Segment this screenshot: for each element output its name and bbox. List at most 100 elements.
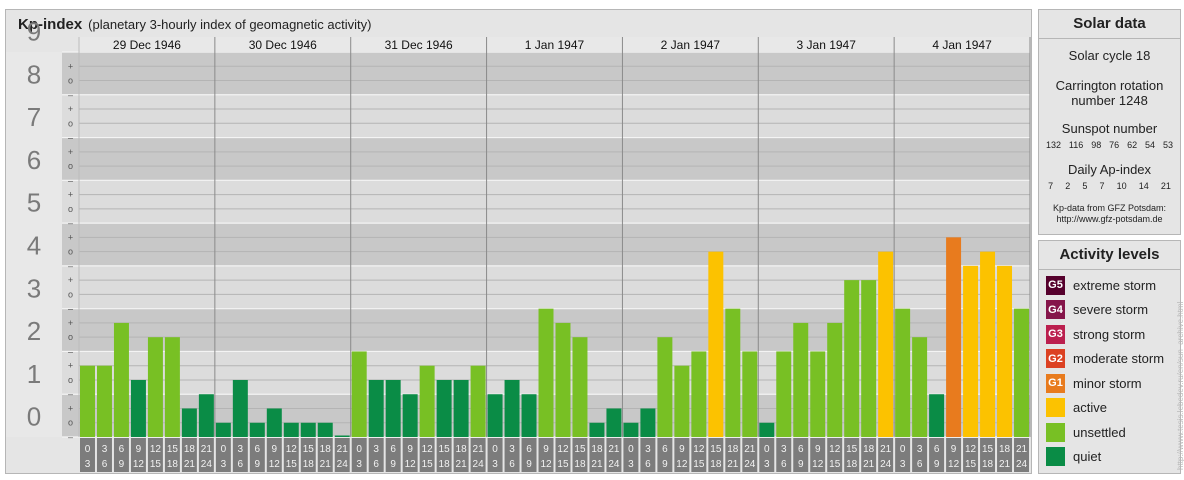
hour-label-end: 24: [337, 459, 349, 470]
sunspot-value: 132: [1045, 140, 1061, 150]
y-minor-tick-label: +: [68, 318, 73, 328]
hour-label-start: 21: [201, 444, 213, 455]
hour-label-end: 18: [710, 459, 722, 470]
day-label: 3 Jan 1947: [797, 38, 857, 52]
hour-label-start: 18: [591, 444, 603, 455]
kp-bar: [521, 394, 537, 437]
y-minor-tick-label: –: [68, 389, 73, 399]
hour-label-start: 0: [764, 444, 770, 455]
kp-bar: [997, 265, 1013, 437]
sunspot-values: 132 116 98 76 62 54 53: [1039, 140, 1180, 150]
kp-bar: [929, 394, 945, 437]
hour-label-start: 9: [679, 444, 685, 455]
kp-bar: [351, 351, 367, 437]
hour-label-start: 21: [880, 444, 892, 455]
hour-label-end: 6: [645, 459, 651, 470]
kp-bar-chart: –o+–o+–o+–o+–o+–o+–o+–o+–o+0123456789 29 …: [6, 17, 1031, 472]
kp-bar: [980, 251, 996, 437]
activity-level-swatch: G2: [1046, 349, 1065, 368]
hour-label-end: 12: [269, 459, 281, 470]
kp-bar: [266, 408, 282, 437]
activity-level-active: active: [1046, 398, 1107, 418]
hour-label-end: 15: [150, 459, 162, 470]
y-minor-tick-label: +: [68, 275, 73, 285]
hour-label-start: 12: [286, 444, 298, 455]
y-tick-label-0: 0: [27, 402, 41, 432]
day-label: 2 Jan 1947: [661, 38, 721, 52]
hour-label-start: 21: [337, 444, 349, 455]
hour-label-start: 12: [829, 444, 841, 455]
sunspot-value: 116: [1068, 140, 1084, 150]
hour-label-start: 18: [727, 444, 739, 455]
activity-level-swatch: G1: [1046, 373, 1065, 393]
kp-bar: [487, 394, 503, 437]
day-label: 31 Dec 1946: [385, 38, 453, 52]
hour-label-start: 12: [150, 444, 162, 455]
hour-label-start: 18: [863, 444, 875, 455]
hour-label-end: 9: [390, 459, 396, 470]
hour-label-end: 15: [557, 459, 569, 470]
hour-label-start: 12: [965, 444, 977, 455]
hour-label-start: 0: [492, 444, 498, 455]
y-tick-label-4: 4: [27, 231, 41, 261]
kp-bar: [232, 379, 248, 437]
hour-label-end: 24: [744, 459, 756, 470]
y-minor-tick-label: –: [68, 304, 73, 314]
activity-level-label: active: [1073, 400, 1107, 415]
hour-label-end: 9: [255, 459, 261, 470]
kp-bar: [844, 280, 860, 437]
hour-label-end: 9: [662, 459, 668, 470]
activity-level-label: quiet: [1073, 449, 1102, 464]
hour-label-end: 15: [693, 459, 705, 470]
hour-label-start: 9: [407, 444, 413, 455]
hour-label-end: 21: [591, 459, 603, 470]
y-minor-tick-label: o: [68, 118, 73, 128]
kp-bar: [963, 265, 979, 437]
hour-label-start: 3: [373, 444, 379, 455]
y-minor-tick-label: +: [68, 61, 73, 71]
y-minor-tick-label: +: [68, 104, 73, 114]
hour-label-start: 18: [184, 444, 196, 455]
hour-label-start: 15: [167, 444, 179, 455]
kp-bar: [317, 422, 333, 437]
kp-bar: [691, 351, 707, 437]
kp-band-6: [62, 137, 1030, 181]
kp-bar: [80, 365, 95, 437]
carrington-rotation-line1: Carrington rotation: [1055, 78, 1164, 93]
hour-label-end: 15: [286, 459, 298, 470]
hour-label-end: 15: [422, 459, 434, 470]
y-tick-label-1: 1: [27, 359, 41, 389]
kp-bar: [300, 422, 316, 437]
hour-label-end: 21: [999, 459, 1011, 470]
kp-bar: [657, 337, 673, 437]
ap-value: 21: [1160, 181, 1171, 191]
day-label: 4 Jan 1947: [932, 38, 992, 52]
y-tick-label-6: 6: [27, 145, 41, 175]
hour-label-start: 21: [1016, 444, 1028, 455]
hour-label-end: 21: [863, 459, 875, 470]
hour-label-start: 21: [744, 444, 756, 455]
sunspot-value: 98: [1091, 140, 1102, 150]
sunspot-value: 76: [1109, 140, 1120, 150]
kp-bar: [538, 308, 554, 437]
ap-value: 7: [1099, 181, 1105, 191]
y-tick-label-9: 9: [27, 17, 41, 47]
day-label: 30 Dec 1946: [249, 38, 317, 52]
hour-label-start: 6: [119, 444, 125, 455]
kp-bar: [742, 351, 758, 437]
hour-label-start: 9: [815, 444, 821, 455]
kp-bar: [164, 337, 180, 437]
kp-band-8: [62, 52, 1030, 95]
hour-label-end: 12: [133, 459, 145, 470]
activity-level-moderate-storm: G2 moderate storm: [1046, 349, 1164, 369]
daily-ap-title: Daily Ap-index: [1067, 162, 1152, 177]
kp-bar: [708, 251, 724, 437]
kp-bar: [861, 280, 877, 437]
carrington-rotation-line2: number 1248: [1071, 93, 1148, 108]
hour-label-end: 15: [965, 459, 977, 470]
y-minor-tick-label: o: [68, 332, 73, 342]
kp-index-panel: Kp-index (planetary 3-hourly index of geo…: [5, 9, 1032, 474]
hour-label-start: 15: [710, 444, 722, 455]
sunspot-value: 53: [1162, 140, 1173, 150]
hour-label-end: 6: [102, 459, 108, 470]
